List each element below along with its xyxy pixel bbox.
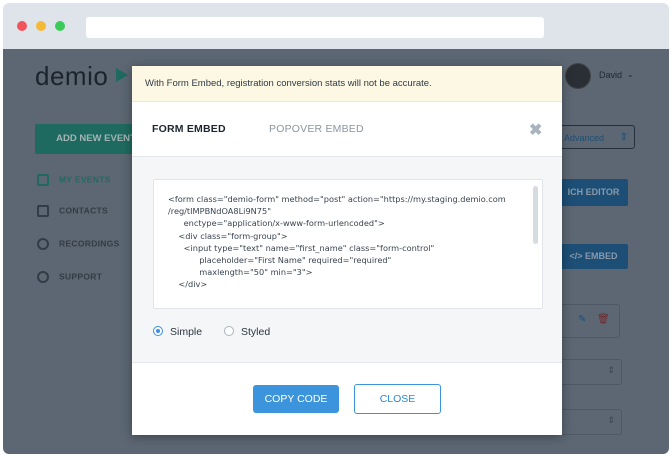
close-icon[interactable]: ✖	[529, 120, 542, 140]
address-bar[interactable]	[86, 17, 544, 38]
modal-footer: COPY CODE CLOSE	[132, 363, 562, 435]
pencil-icon[interactable]: ✎	[578, 314, 586, 325]
radio-checked-icon	[153, 326, 163, 336]
select-field[interactable]: ⇕	[558, 359, 622, 385]
embed-code-textarea[interactable]: <form class="demio-form" method="post" a…	[153, 179, 543, 309]
up-down-chevron-icon: ⇕	[607, 415, 615, 425]
embed-button[interactable]: </> EMBED	[559, 244, 628, 269]
form-embed-modal: With Form Embed, registration conversion…	[132, 66, 562, 435]
embed-code-text: <form class="demio-form" method="post" a…	[168, 194, 506, 290]
select-field[interactable]: ⇕	[558, 409, 622, 435]
copy-code-button[interactable]: COPY CODE	[253, 385, 339, 413]
sidebar-item-contacts[interactable]: CONTACTS	[37, 205, 108, 217]
action-card	[558, 304, 620, 338]
close-window-dot-icon[interactable]	[17, 21, 27, 31]
code-section: <form class="demio-form" method="post" a…	[132, 157, 562, 363]
tab-form-embed[interactable]: FORM EMBED	[152, 123, 226, 135]
tab-popover-embed[interactable]: POPOVER EMBED	[269, 123, 364, 135]
maximize-window-dot-icon[interactable]	[55, 21, 65, 31]
sidebar-item-recordings[interactable]: RECORDINGS	[37, 238, 120, 250]
browser-toolbar	[3, 3, 669, 49]
minimize-window-dot-icon[interactable]	[36, 21, 46, 31]
browser-window: demio ADD NEW EVENT MY EVENTS CONTACTS R…	[0, 0, 672, 458]
avatar[interactable]	[565, 63, 591, 89]
radio-unchecked-icon	[224, 326, 234, 336]
up-down-chevron-icon: ⇕	[607, 365, 615, 375]
radio-styled[interactable]: Styled	[224, 326, 270, 338]
sidebar-item-my-events[interactable]: MY EVENTS	[37, 174, 111, 186]
advanced-label: Advanced	[564, 133, 605, 143]
sidebar-item-label: RECORDINGS	[59, 238, 120, 249]
contact-card-icon	[37, 205, 49, 217]
record-icon	[37, 238, 49, 250]
chevron-down-icon[interactable]: ⌄	[627, 70, 634, 79]
sidebar-item-support[interactable]: SUPPORT	[37, 271, 102, 283]
up-down-chevron-icon: ⇕	[619, 132, 628, 143]
sidebar-item-label: SUPPORT	[59, 271, 103, 282]
sidebar-item-label: MY EVENTS	[59, 174, 111, 185]
close-button[interactable]: CLOSE	[354, 384, 441, 414]
scrollbar[interactable]	[533, 186, 538, 244]
sidebar-item-label: CONTACTS	[59, 205, 108, 216]
warning-banner: With Form Embed, registration conversion…	[132, 66, 562, 102]
rich-editor-button[interactable]: ICH EDITOR	[559, 179, 628, 206]
radio-simple[interactable]: Simple	[153, 326, 202, 338]
trash-icon[interactable]: 🗑	[597, 314, 610, 325]
radio-label: Simple	[170, 326, 203, 338]
lifebuoy-icon	[37, 271, 49, 283]
logo-play-icon	[116, 68, 128, 82]
advanced-dropdown[interactable]: Advanced ⇕	[557, 125, 635, 149]
demio-logo: demio	[35, 61, 109, 91]
modal-tabs: FORM EMBED POPOVER EMBED ✖	[132, 102, 562, 157]
calendar-icon	[37, 174, 49, 186]
user-name[interactable]: David	[599, 70, 622, 80]
radio-label: Styled	[241, 326, 271, 338]
